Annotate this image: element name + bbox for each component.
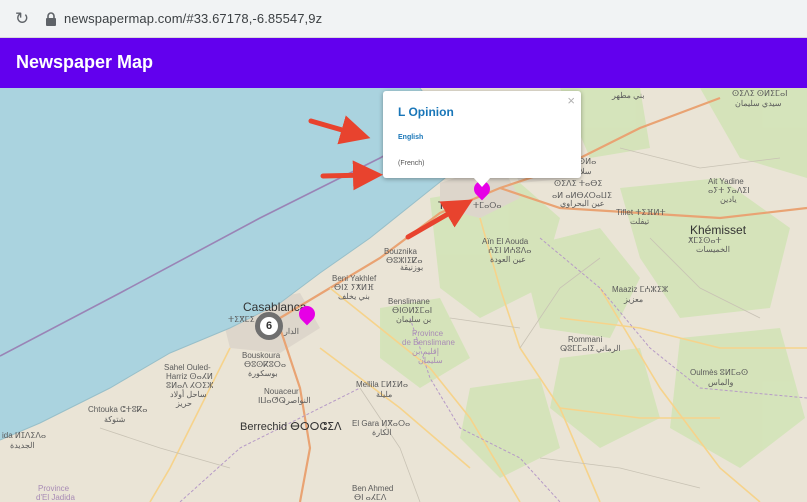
popup-title: L Opinion [398,105,454,119]
popup-note: (French) [398,160,425,167]
marker-cluster[interactable]: 6 [255,312,283,340]
label-oulmes-ar: والماس [708,378,734,387]
label-ait-yadine-ar: يادين [720,195,737,204]
label-sale-area-ar: سلا [580,167,592,176]
label-chtouka-ar: شتوكة [104,415,126,424]
popup-tip [473,177,491,187]
label-temara: Tém [438,200,460,212]
map-canvas[interactable]: Casablanca ⵜⵉⴳⵎⵉ الدار Tém ⵜⵎⴰⵔⴰ Aïn El … [0,88,807,502]
label-jadida-ar: الجديدة [10,441,35,450]
label-rommani-ar: الرماني [596,344,621,353]
label-el-gara-ar: الكارة [372,428,392,437]
label-khemisset-ar: الخميسات [696,245,730,254]
label-benslimane-ar: بن سليمان [396,315,432,324]
label-temara-tif: ⵜⵎⴰⵔⴰ [473,201,502,210]
lock-icon [46,12,56,26]
label-casablanca-ar: الدار [284,327,299,336]
label-rommani-tif: ⵕⵓⵎⵎⴰⵏⵉ [560,344,595,353]
app-title: Newspaper Map [16,52,154,72]
label-mellila-ar: مليلة [376,390,393,399]
label-mellila: Mellila ⵎⵍⵉⵍⴰ [356,380,409,389]
label-sahel-ouled-harriz-ar2: حريز [176,399,192,408]
label-nouaceur-ar: النواصر [286,396,311,405]
label-jadida: ida ⵍⵊⴷⵉⴷⴰ [2,431,47,440]
label-top-arabic: بني مطهر [612,91,645,100]
reload-icon[interactable]: ↻ [12,9,32,29]
browser-address-bar: ↻ newspapermap.com/#33.67178,-6.85547,9z [0,0,807,38]
label-ain-el-aouda-ar: عين العودة [490,255,526,264]
label-sale-area-2: ⵙⵉⴷⵉ ⵜⴰⴱⵉ [554,179,603,188]
label-casablanca-tif: ⵜⵉⴳⵎⵉ [228,315,255,324]
label-bouskoura-ar: بوسكورة [248,369,278,378]
label-province-jadida-2: d'El Jadida [36,493,75,502]
label-kenitra-area-ar: عين البحراوي [560,199,605,208]
label-bouznika-ar: بوزنيقة [400,263,424,272]
label-tiflet-ar: تيفلت [630,217,650,226]
label-chtouka: Chtouka ⵛⵜⵓⴽⴰ [88,405,148,414]
label-beni-yakhlef-ar: بني يخلف [338,292,370,301]
url-text[interactable]: newspapermap.com/#33.67178,-6.85547,9z [64,11,322,26]
newspaper-popup: × L Opinion English (French) [383,91,581,178]
popup-language-link[interactable]: English [398,134,423,141]
app-header: Newspaper Map [0,38,807,88]
label-oulmes: Oulmès ⵓⵍⵎⴰⵙ [690,368,749,377]
label-casablanca: Casablanca [243,300,307,314]
popup-close-button[interactable]: × [567,93,575,108]
label-sidi-slimane-ar: سيدي سليمان [735,99,782,108]
label-ben-ahmed-tif: ⴱⵏ ⴰⵃⵎⴷ [354,493,387,502]
label-maaziz-ar: معزيز [624,295,644,304]
label-maaziz: Maaziz ⵎⵄⵣⵉⵣ [612,285,669,294]
label-sidi-slimane: ⵙⵉⴷⵉ ⵙⵍⵉⵎⴰⵏ [732,89,788,98]
label-nouaceur-tif: ⵏⵡⴰⵚⵕ [258,396,286,405]
label-berrechid: Berrechid ⴱⵔⵔⵛⵉⴷ [240,421,342,433]
label-province-benslimane-ar2: سليمان [418,356,443,365]
